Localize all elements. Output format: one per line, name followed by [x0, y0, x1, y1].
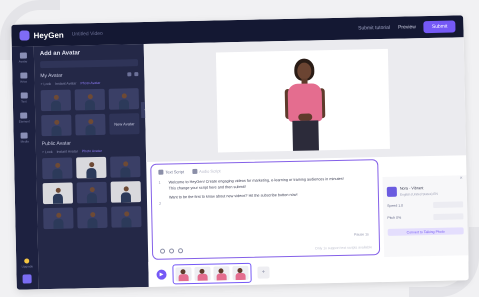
rail-label: Avatar — [18, 59, 28, 64]
add-scene-button[interactable]: + — [257, 265, 270, 279]
rail-item-element[interactable]: Element — [18, 112, 30, 124]
text-icon — [20, 92, 28, 99]
avatar-thumb[interactable] — [76, 181, 108, 204]
pitch-slider[interactable] — [433, 213, 464, 220]
tab-label: Audio Script — [199, 168, 221, 174]
avatar-thumb[interactable] — [110, 156, 141, 178]
public-avatar-grid — [42, 156, 142, 230]
avatar-thumb[interactable] — [111, 206, 142, 228]
scene-thumb[interactable] — [175, 266, 192, 281]
my-avatar-grid: New Avatar — [40, 88, 140, 137]
pause-tag[interactable]: Pause 1s — [354, 232, 369, 236]
filter-look[interactable]: + Look — [42, 150, 53, 154]
expand-icon[interactable] — [134, 72, 139, 77]
add-icon[interactable] — [177, 248, 184, 254]
filter-look[interactable]: + Look — [40, 82, 51, 86]
avatar-thumb[interactable] — [110, 181, 142, 203]
rail-label: Upgrade — [21, 264, 34, 269]
avatar-search-input[interactable] — [40, 59, 139, 69]
tab-audio-script[interactable]: Audio Script — [192, 168, 221, 175]
avatar-thumb[interactable] — [77, 206, 108, 229]
media-icon — [21, 132, 29, 139]
brand-name: HeyGen — [33, 30, 64, 40]
microphone-icon — [192, 168, 198, 175]
avatar-thumb[interactable] — [41, 114, 72, 137]
rail-label: Voice — [19, 79, 28, 84]
canvas-area — [143, 37, 467, 162]
filter-instant[interactable]: Instant Avatar — [57, 149, 78, 153]
preview-button[interactable]: Preview — [398, 24, 416, 30]
avatar-thumb[interactable] — [74, 88, 106, 111]
script-editor: Text Script Audio Script 1 Welcome to He… — [150, 159, 381, 260]
rail-item-text[interactable]: Text — [20, 92, 28, 104]
avatar-thumb[interactable] — [108, 88, 140, 110]
rail-item-upgrade[interactable]: Upgrade — [21, 258, 34, 269]
text-icon — [158, 169, 164, 175]
submit-button[interactable]: Submit — [423, 20, 456, 34]
filter-photo[interactable]: Photo Avatar — [82, 149, 102, 153]
rail-item-voice[interactable]: Voice — [19, 72, 28, 84]
avatar-thumb[interactable] — [42, 182, 74, 205]
filter-instant[interactable]: Instant Avatar — [55, 81, 76, 85]
avatar-thumb[interactable] — [43, 207, 74, 230]
voice-language: English (United States) EN — [399, 191, 438, 197]
speed-label: Speed 1.0 — [387, 203, 404, 208]
filter-photo[interactable]: Photo Avatar — [80, 81, 100, 85]
rail-item-avatar[interactable]: Avatar — [18, 52, 28, 64]
heygen-logo-icon — [19, 30, 30, 41]
line-number: 2 — [159, 201, 162, 206]
rail-item-media[interactable]: Media — [20, 132, 29, 144]
project-name[interactable]: Untitled Video — [72, 31, 103, 38]
element-icon — [20, 112, 28, 119]
heygen-editor-window: HeyGen Untitled Video Submit tutorial Pr… — [11, 15, 469, 290]
avatar-icon — [19, 52, 27, 59]
new-avatar-button[interactable]: New Avatar — [109, 113, 140, 135]
upgrade-icon — [24, 258, 30, 264]
close-icon[interactable]: × — [460, 175, 463, 181]
brand-logo[interactable]: HeyGen — [19, 30, 64, 41]
tutorial-link[interactable]: Submit tutorial — [358, 25, 390, 32]
panel-title: Add an Avatar — [39, 50, 81, 58]
avatar-figure[interactable] — [284, 58, 326, 151]
play-icon[interactable]: ▶ — [156, 269, 167, 280]
voice-name: Nora - Vibrant — [399, 186, 424, 191]
filter-icon[interactable] — [127, 72, 132, 77]
pitch-label: Pitch 0% — [387, 215, 402, 220]
rail-label: Text — [21, 99, 27, 104]
rail-label: Media — [20, 139, 29, 144]
speed-slider[interactable] — [433, 201, 464, 208]
scene-thumb[interactable] — [194, 266, 211, 281]
avatar-thumb[interactable] — [40, 89, 72, 112]
rail-label: Element — [18, 119, 30, 124]
video-canvas[interactable] — [215, 48, 390, 153]
voice-icon — [19, 72, 27, 79]
tab-text-script[interactable]: Text Script — [158, 169, 184, 175]
convert-button[interactable]: Convert to Talking Photo — [387, 227, 464, 236]
avatar-thumb[interactable] — [76, 156, 107, 179]
edit-icon[interactable] — [168, 248, 175, 254]
script-footer-note: Only 1x support text scripts available — [314, 244, 373, 250]
user-avatar[interactable] — [22, 274, 33, 284]
avatar-panel: Add an Avatar My Avatar + Look Instant A… — [33, 43, 150, 290]
voice-avatar — [386, 186, 397, 197]
avatar-thumb[interactable] — [75, 113, 106, 136]
properties-panel: × Nora - Vibrant English (United States)… — [382, 175, 469, 263]
scene-thumb[interactable] — [232, 265, 249, 280]
play-script-icon[interactable] — [159, 248, 166, 254]
public-avatars-title[interactable]: Public Avatar — [42, 141, 71, 148]
tab-label: Text Script — [165, 169, 185, 175]
script-text-area[interactable]: 1 Welcome to HeyGen! Create engaging vid… — [158, 176, 371, 206]
my-avatars-title[interactable]: My Avatar — [40, 73, 62, 79]
scene-strip — [172, 262, 252, 284]
line-number: 1 — [158, 180, 161, 185]
voice-card[interactable]: Nora - Vibrant English (United States) E… — [386, 185, 463, 197]
scene-thumb[interactable] — [213, 265, 230, 281]
avatar-thumb[interactable] — [42, 157, 73, 180]
